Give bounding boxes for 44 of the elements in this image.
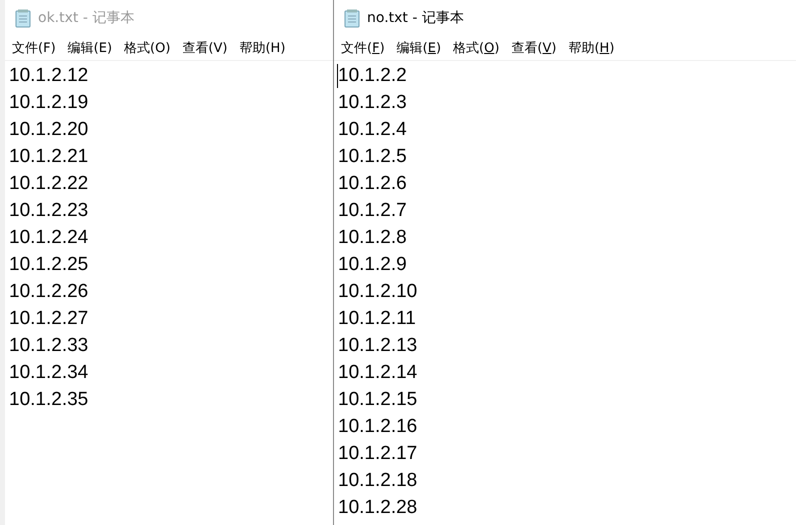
text-line: 10.1.2.33 xyxy=(9,334,90,358)
menu-item[interactable]: 编辑(E) xyxy=(392,39,446,57)
window-title: ok.txt - 记事本 xyxy=(38,9,134,27)
notepad-icon xyxy=(344,8,361,28)
menu-item[interactable]: 编辑(E) xyxy=(62,39,118,57)
text-line: 10.1.2.27 xyxy=(9,307,90,331)
text-line: 10.1.2.25 xyxy=(9,253,90,277)
text-line: 10.1.2.16 xyxy=(338,415,418,439)
menu-item[interactable]: 查看(V) xyxy=(506,39,562,57)
text-line: 10.1.2.12 xyxy=(9,64,90,88)
text-line: 10.1.2.9 xyxy=(338,253,408,277)
menu-item[interactable]: 格式(O) xyxy=(119,39,176,57)
text-line: 10.1.2.28 xyxy=(338,496,418,520)
text-line: 10.1.2.13 xyxy=(338,334,418,358)
menu-item[interactable]: 格式(O) xyxy=(448,39,504,57)
text-line: 10.1.2.21 xyxy=(9,145,90,169)
text-line: 10.1.2.20 xyxy=(9,118,90,142)
text-line: 10.1.2.7 xyxy=(338,199,408,223)
text-line: 10.1.2.26 xyxy=(9,280,90,304)
text-line: 10.1.2.14 xyxy=(338,361,418,385)
menu-item[interactable]: 帮助(H) xyxy=(234,39,290,57)
text-line: 10.1.2.24 xyxy=(9,226,90,250)
text-line: 10.1.2.10 xyxy=(338,280,418,304)
text-line: 10.1.2.4 xyxy=(338,118,408,142)
text-line: 10.1.2.15 xyxy=(338,388,418,412)
menu-item[interactable]: 文件(F) xyxy=(336,39,390,57)
text-line: 10.1.2.34 xyxy=(9,361,90,385)
notepad-icon xyxy=(15,8,32,28)
text-line: 10.1.2.2 xyxy=(338,64,408,88)
window-title: no.txt - 记事本 xyxy=(367,9,464,27)
text-line: 10.1.2.11 xyxy=(338,307,417,331)
text-line: 10.1.2.22 xyxy=(9,172,90,196)
text-line: 10.1.2.18 xyxy=(338,469,418,493)
menu-item[interactable]: 帮助(H) xyxy=(563,39,620,57)
text-line: 10.1.2.23 xyxy=(9,199,90,223)
text-line: 10.1.2.17 xyxy=(338,442,418,466)
text-line: 10.1.2.6 xyxy=(338,172,408,196)
text-line: 10.1.2.35 xyxy=(9,388,90,412)
menu-item[interactable]: 查看(V) xyxy=(177,39,232,57)
text-line: 10.1.2.3 xyxy=(338,91,408,115)
text-line: 10.1.2.8 xyxy=(338,226,408,250)
menu-item[interactable]: 文件(F) xyxy=(7,39,61,57)
text-line: 10.1.2.5 xyxy=(338,145,408,169)
text-line: 10.1.2.19 xyxy=(9,91,90,115)
